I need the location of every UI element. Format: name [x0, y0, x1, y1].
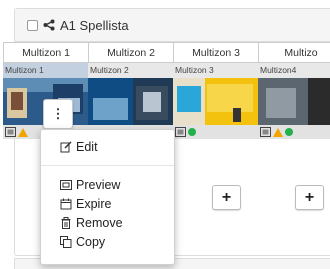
thumbnail-image-3: [173, 78, 258, 125]
zone-tab-3[interactable]: Multizon 3: [173, 42, 258, 63]
warning-icon: [18, 127, 28, 137]
zone-label-3: Multizon 3: [173, 63, 258, 78]
copy-icon: [60, 235, 72, 248]
menu-item-remove[interactable]: Remove: [41, 213, 174, 232]
preview-icon: [60, 179, 72, 190]
playlist-title: A1 Spellista: [60, 17, 129, 33]
menu-item-preview[interactable]: Preview: [41, 175, 174, 194]
menu-item-preview-label: Preview: [76, 177, 121, 192]
menu-item-edit[interactable]: Edit: [41, 137, 174, 156]
item-context-menu: Edit Preview Expire Remove Copy: [40, 129, 175, 265]
zone-tab-1[interactable]: Multizon 1: [3, 42, 88, 63]
zone-column-2: Multizon 2 Multizon 2: [88, 42, 173, 139]
menu-item-expire[interactable]: Expire: [41, 194, 174, 213]
zone-thumbnail-3[interactable]: [173, 78, 258, 125]
zone-column-3: Multizon 3 Multizon 3: [173, 42, 258, 139]
edit-icon: [60, 140, 72, 152]
trash-icon: [61, 216, 71, 229]
menu-item-remove-label: Remove: [76, 215, 123, 230]
zone-tab-2[interactable]: Multizon 2: [88, 42, 173, 63]
playlist-checkbox[interactable]: [27, 19, 38, 31]
zone-tab-4[interactable]: Multizo: [258, 42, 330, 63]
menu-item-copy[interactable]: Copy: [41, 232, 174, 251]
zone-thumbnail-4[interactable]: [258, 78, 330, 125]
preview-status-icon: [175, 127, 186, 137]
zone-column-4: Multizo Multizon4: [258, 42, 330, 139]
preview-status-icon: [5, 127, 16, 137]
add-item-button-zone-4[interactable]: +: [295, 185, 324, 210]
zone-label-1: Multizon 1: [3, 63, 88, 78]
zone-label-4: Multizon4: [258, 63, 330, 78]
warning-icon: [273, 127, 283, 137]
thumbnail-image-2: [88, 78, 173, 125]
ok-status-dot: [285, 128, 293, 136]
thumbnail-image-4: [258, 78, 330, 125]
calendar-icon: [60, 198, 72, 209]
share-icon: [43, 19, 55, 31]
add-item-button-zone-3[interactable]: +: [212, 185, 241, 210]
zone-label-2: Multizon 2: [88, 63, 173, 78]
item-options-button[interactable]: ⋮: [43, 99, 73, 129]
zone-status-3: [173, 125, 258, 139]
menu-divider: [41, 165, 174, 166]
menu-item-edit-label: Edit: [76, 139, 98, 154]
playlist-header: A1 Spellista: [15, 9, 330, 42]
zone-thumbnail-2[interactable]: [88, 78, 173, 125]
zone-status-4: [258, 125, 330, 139]
menu-item-copy-label: Copy: [76, 234, 106, 249]
menu-item-expire-label: Expire: [76, 196, 112, 211]
preview-status-icon: [260, 127, 271, 137]
ok-status-dot: [188, 128, 196, 136]
